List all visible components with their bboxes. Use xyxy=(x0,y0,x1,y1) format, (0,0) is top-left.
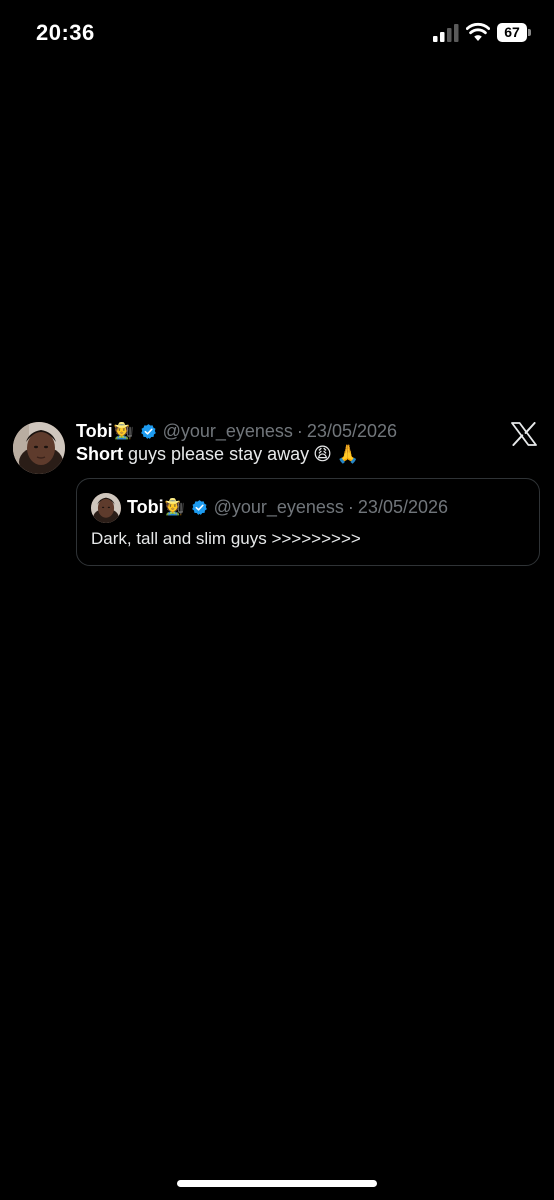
verified-badge-icon xyxy=(140,423,156,439)
avatar[interactable] xyxy=(13,422,65,474)
tweet-card[interactable]: Tobi 🧑‍🌾 @your_eyeness · 23/05/2026 Shor… xyxy=(0,410,554,580)
quoted-author-handle[interactable]: @your_eyeness xyxy=(214,497,344,518)
author-name[interactable]: Tobi xyxy=(76,421,113,442)
battery-level: 67 xyxy=(504,24,520,40)
x-logo-icon[interactable] xyxy=(511,422,537,446)
signal-icon xyxy=(433,24,459,42)
tweet-text-emojis: 😩 🙏 xyxy=(313,444,360,464)
quoted-author-emoji: 🧑‍🌾 xyxy=(164,499,185,516)
tweet-text: Short guys please stay away 😩 🙏 xyxy=(76,444,359,465)
tweet-date[interactable]: 23/05/2026 xyxy=(307,421,397,442)
quoted-tweet-date[interactable]: 23/05/2026 xyxy=(358,497,448,518)
status-bar: 20:36 67 xyxy=(0,0,554,66)
tweet-text-rest: guys please stay away xyxy=(123,444,310,464)
quoted-tweet[interactable]: Tobi 🧑‍🌾 @your_eyeness · 23/05/2026 Dark… xyxy=(76,478,540,566)
tweet-text-bold: Short xyxy=(76,444,123,464)
author-emoji: 🧑‍🌾 xyxy=(113,423,134,440)
home-indicator[interactable] xyxy=(177,1180,377,1187)
verified-badge-icon xyxy=(191,499,207,515)
quoted-header-separator: · xyxy=(347,496,354,517)
battery-cap xyxy=(528,29,531,36)
quoted-author-name[interactable]: Tobi xyxy=(127,497,164,518)
quoted-avatar[interactable] xyxy=(91,493,121,523)
author-handle[interactable]: @your_eyeness xyxy=(163,421,293,442)
status-time: 20:36 xyxy=(36,20,95,45)
tweet-header: Tobi 🧑‍🌾 @your_eyeness · 23/05/2026 xyxy=(76,420,397,442)
quoted-tweet-text: Dark, tall and slim guys >>>>>>>>> xyxy=(91,529,361,548)
battery-icon: 67 xyxy=(497,23,532,42)
wifi-icon xyxy=(466,22,490,41)
header-separator: · xyxy=(296,420,303,441)
quoted-tweet-header: Tobi 🧑‍🌾 @your_eyeness · 23/05/2026 xyxy=(127,496,448,518)
